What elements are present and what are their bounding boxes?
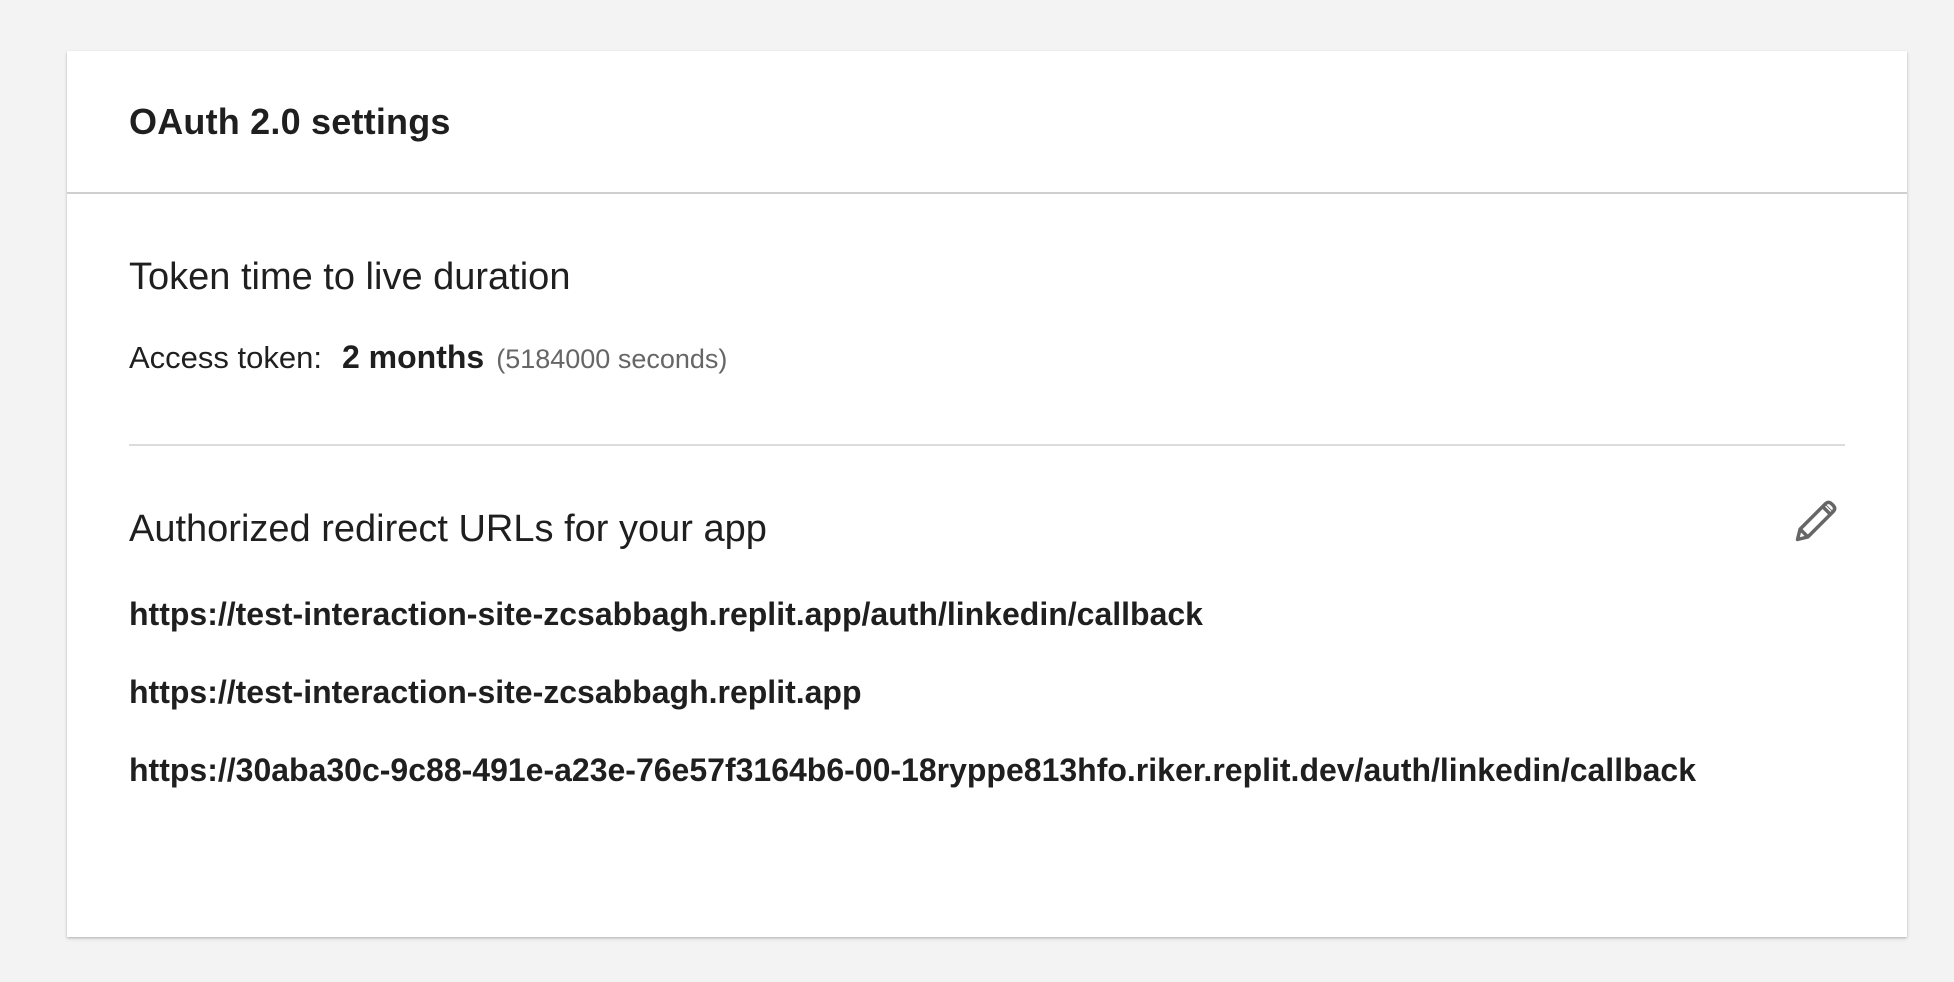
token-ttl-title: Token time to live duration [129, 256, 571, 298]
redirect-urls-title: Authorized redirect URLs for your app [129, 508, 767, 550]
redirect-url-item: https://test-interaction-site-zcsabbagh.… [129, 596, 1203, 632]
redirect-url-list: https://test-interaction-site-zcsabbagh.… [129, 591, 1845, 794]
redirect-urls-section: Authorized redirect URLs for your app ht… [129, 446, 1845, 794]
redirect-url-item: https://30aba30c-9c88-491e-a23e-76e57f31… [129, 752, 1697, 788]
access-token-row: Access token: 2 months (5184000 seconds) [129, 339, 1845, 376]
redirect-url-item: https://test-interaction-site-zcsabbagh.… [129, 674, 862, 710]
pencil-icon [1795, 500, 1837, 542]
access-token-value: 2 months [341, 339, 485, 375]
card-title: OAuth 2.0 settings [129, 100, 451, 142]
access-token-label: Access token: [129, 340, 322, 375]
card-body: Token time to live duration Access token… [67, 194, 1907, 794]
token-ttl-section: Token time to live duration Access token… [129, 194, 1845, 446]
oauth-settings-card: OAuth 2.0 settings Token time to live du… [67, 51, 1907, 937]
edit-redirect-urls-button[interactable] [1789, 492, 1845, 548]
card-header: OAuth 2.0 settings [67, 51, 1907, 194]
access-token-seconds: (5184000 seconds) [496, 344, 728, 374]
